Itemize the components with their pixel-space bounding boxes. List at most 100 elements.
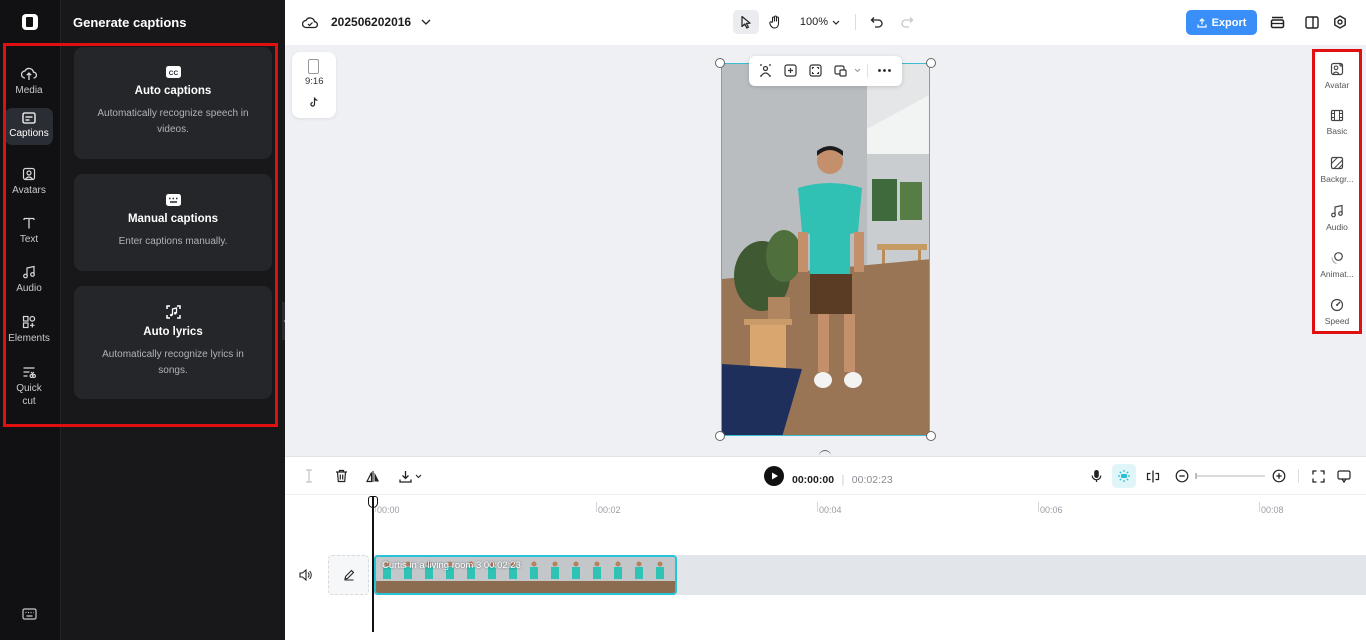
split-clip-icon[interactable]	[1145, 468, 1161, 484]
resize-handle-bottom-left[interactable]	[715, 431, 725, 441]
rr-label: Basic	[1326, 126, 1348, 136]
layers-icon[interactable]	[1268, 13, 1286, 31]
export-label: Export	[1211, 16, 1247, 29]
select-tool-button[interactable]	[733, 10, 759, 34]
clip-thumbnail	[649, 557, 670, 593]
track-volume-icon[interactable]	[297, 567, 313, 583]
resize-handle-bottom-right[interactable]	[926, 431, 936, 441]
rr-label: Audio	[1326, 222, 1348, 232]
current-time: 00:00:00	[792, 474, 835, 486]
rail-item-captions[interactable]: Captions	[5, 108, 53, 145]
zoom-value: 100%	[799, 16, 829, 28]
undo-button[interactable]	[867, 12, 885, 32]
undo-icon	[870, 16, 883, 28]
slider-thumb[interactable]	[1195, 473, 1197, 479]
rr-item-basic[interactable]: Basic	[1314, 109, 1360, 136]
resize-handle-top-right[interactable]	[926, 58, 936, 68]
redo-button[interactable]	[898, 12, 916, 32]
rr-item-audio[interactable]: Audio	[1314, 204, 1360, 232]
feedback-icon[interactable]	[1336, 468, 1352, 484]
delete-button[interactable]	[333, 468, 349, 484]
hand-icon	[768, 15, 782, 29]
avatar-add-icon	[1330, 62, 1344, 76]
card-title: Auto captions	[134, 85, 212, 97]
card-title: Auto lyrics	[143, 326, 203, 338]
remove-background-icon[interactable]	[759, 64, 772, 77]
rail-item-elements[interactable]: Elements	[5, 315, 53, 345]
divider	[1298, 469, 1299, 483]
rail-item-text[interactable]: Text	[5, 216, 53, 246]
background-icon	[1330, 156, 1344, 170]
rr-item-avatar[interactable]: Avatar	[1314, 62, 1360, 90]
aspect-ratio-label: 9:16	[305, 76, 324, 87]
app-logo[interactable]	[22, 14, 38, 30]
rail-item-media[interactable]: Media	[5, 67, 53, 97]
tick-mark	[1259, 502, 1260, 512]
rail-item-avatars[interactable]: Avatars	[5, 167, 53, 197]
aspect-ratio-card[interactable]: 9:16	[292, 52, 336, 118]
rr-label: Speed	[1324, 316, 1350, 326]
card-title: Manual captions	[127, 213, 219, 225]
microphone-icon[interactable]	[1088, 468, 1104, 484]
resize-handle-top-left[interactable]	[715, 58, 725, 68]
time-separator: |	[841, 474, 845, 486]
auto-snap-button[interactable]	[1112, 464, 1136, 488]
clip-floating-toolbar	[749, 56, 902, 86]
export-button[interactable]: Export	[1186, 10, 1257, 35]
hand-tool-button[interactable]	[764, 10, 786, 34]
add-media-icon[interactable]	[784, 64, 797, 77]
zoom-in-icon[interactable]	[1271, 468, 1287, 484]
rr-item-background[interactable]: Backgr...	[1314, 156, 1360, 184]
keyboard-shortcuts-icon[interactable]	[22, 608, 37, 620]
tick-mark	[596, 502, 597, 512]
clip-thumbnail	[607, 557, 628, 593]
divider	[867, 64, 868, 78]
chevron-down-icon[interactable]	[854, 68, 861, 73]
clip-thumbnail	[544, 557, 565, 593]
download-button[interactable]	[396, 467, 424, 485]
play-button[interactable]	[764, 466, 784, 486]
rr-item-speed[interactable]: Speed	[1314, 298, 1360, 326]
rr-item-animation[interactable]: Animat...	[1314, 251, 1360, 279]
video-preview[interactable]	[721, 63, 930, 436]
tiktok-icon	[309, 97, 319, 108]
timeline-zoom-slider[interactable]	[1195, 473, 1265, 479]
split-layout-icon[interactable]	[1303, 13, 1321, 31]
rail-item-audio[interactable]: Audio	[5, 265, 53, 295]
rr-label: Backgr...	[1320, 174, 1354, 184]
zoom-dropdown[interactable]: 100%	[797, 12, 843, 32]
panel-title: Generate captions	[73, 15, 187, 30]
captions-icon	[22, 112, 36, 124]
project-name[interactable]: 202506202016	[331, 15, 411, 29]
cloud-sync-icon[interactable]	[301, 13, 319, 31]
fullscreen-icon[interactable]	[1310, 468, 1326, 484]
auto-lyrics-card[interactable]: Auto lyrics Automatically recognize lyri…	[74, 286, 272, 399]
chevron-down-icon	[415, 474, 422, 479]
chevron-down-icon[interactable]	[419, 15, 433, 29]
replace-media-icon[interactable]	[834, 64, 847, 77]
rail-item-quick-cut[interactable]: Quick cut	[5, 365, 53, 408]
clip-label: Curtis in a living room 3 00:02:23	[382, 560, 521, 571]
auto-captions-card[interactable]: CC Auto captions Automatically recognize…	[74, 47, 272, 159]
left-rail: Media Captions Avatars Text Audio Elemen…	[0, 0, 61, 640]
video-clip[interactable]: Curtis in a living room 3 00:02:23	[374, 555, 677, 595]
zoom-out-icon[interactable]	[1174, 468, 1190, 484]
text-icon	[22, 216, 36, 230]
edit-cover-button[interactable]	[328, 555, 369, 595]
playhead[interactable]	[372, 497, 374, 632]
rail-label: Text	[19, 234, 39, 245]
more-options-icon[interactable]	[878, 69, 891, 72]
rr-label: Avatar	[1324, 80, 1350, 90]
video-frame-image	[722, 64, 929, 435]
card-description: Automatically recognize speech in videos…	[97, 108, 249, 135]
music-note-icon	[22, 265, 36, 279]
elements-icon	[22, 315, 36, 329]
rail-label: Elements	[8, 333, 50, 344]
crop-icon[interactable]	[809, 64, 822, 77]
split-cursor-icon[interactable]	[302, 468, 316, 484]
settings-gear-icon[interactable]	[1331, 13, 1349, 31]
music-note-icon	[1330, 204, 1344, 218]
tick-label: 00:04	[819, 505, 842, 515]
manual-captions-card[interactable]: Manual captions Enter captions manually.	[74, 174, 272, 271]
flip-button[interactable]	[365, 468, 381, 484]
